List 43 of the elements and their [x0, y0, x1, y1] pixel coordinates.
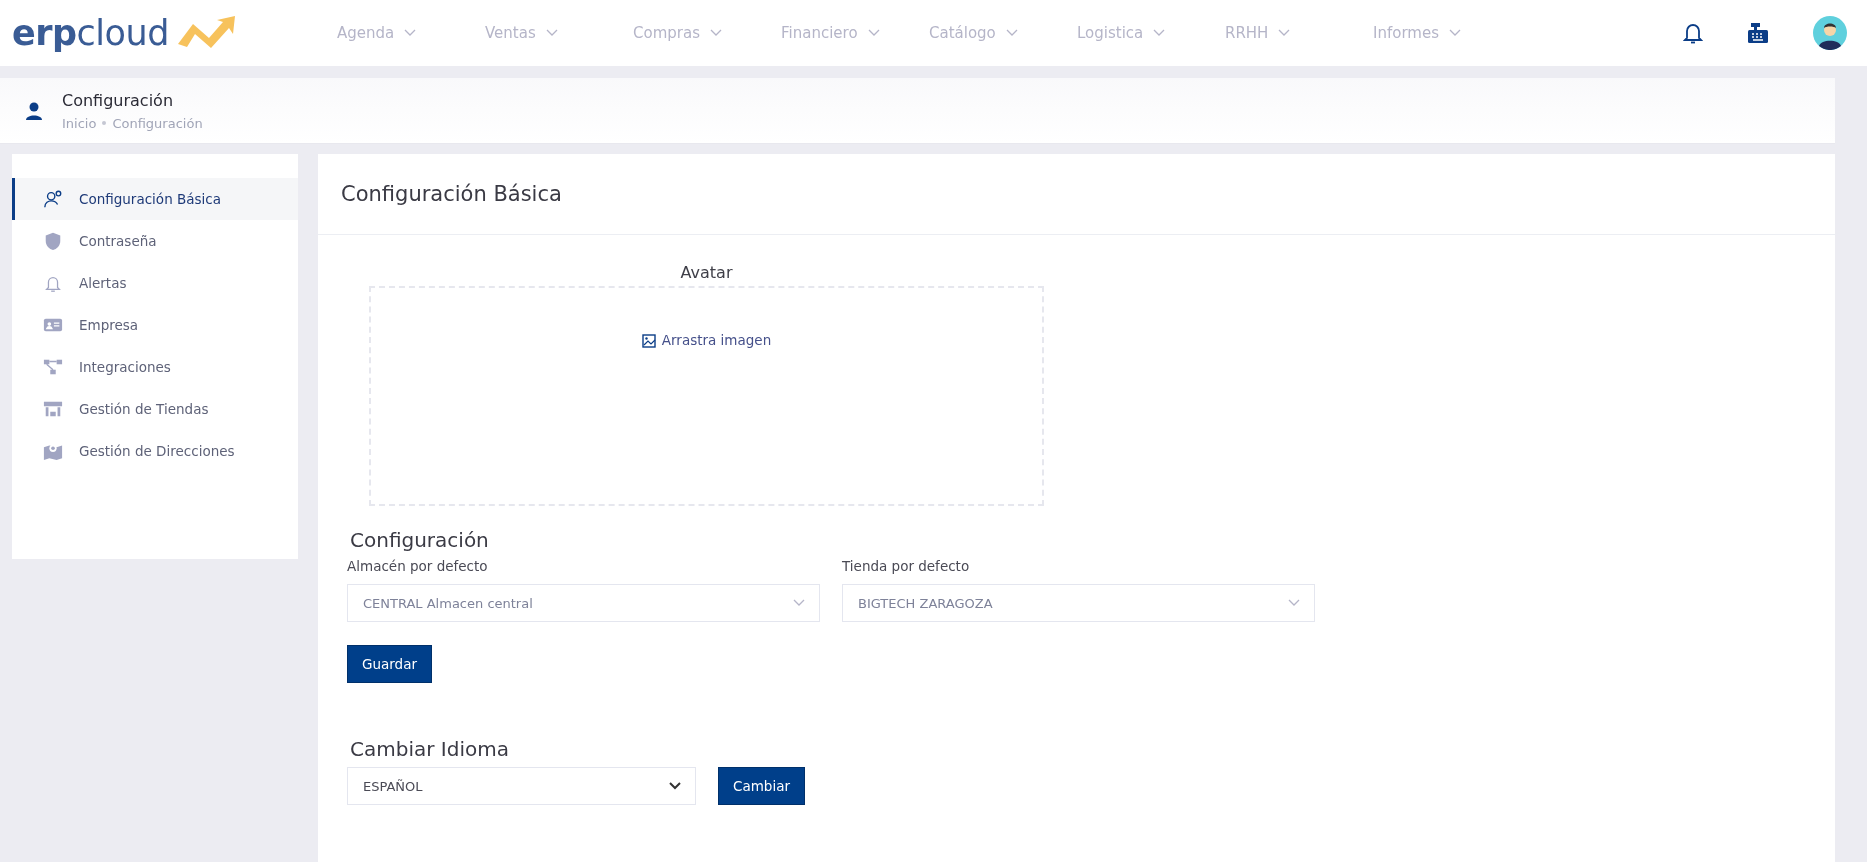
user-gear-icon	[43, 189, 63, 209]
page-title: Configuración	[62, 90, 175, 110]
sidebar-item[interactable]: Empresa	[12, 304, 298, 346]
image-dropzone[interactable]: Arrastra imagen	[369, 286, 1044, 506]
network-icon	[43, 357, 63, 377]
card-title: Configuración Básica	[341, 182, 562, 206]
store-icon	[43, 399, 63, 419]
chevron-down-icon	[1448, 29, 1461, 37]
user-icon	[26, 101, 42, 120]
select-field[interactable]: CENTRAL Almacen central	[347, 584, 820, 622]
section-heading: Cambiar Idioma	[350, 737, 509, 761]
section-heading: Configuración	[350, 528, 489, 552]
field-label: Almacén por defecto	[347, 558, 488, 574]
cash-register-icon[interactable]	[1747, 22, 1769, 44]
sidebar-item[interactable]: Configuración Básica	[12, 178, 298, 220]
image-icon	[641, 334, 656, 348]
chevron-down-icon	[793, 599, 805, 607]
select-field[interactable]: BIGTECH ZARAGOZA	[842, 584, 1315, 622]
change-button[interactable]: Cambiar	[718, 767, 805, 805]
chevron-down-icon	[669, 782, 681, 790]
breadcrumb-item: Configuración	[112, 115, 203, 131]
save-button[interactable]: Guardar	[347, 645, 432, 683]
sidebar-item[interactable]: Gestión de Tiendas	[12, 388, 298, 430]
sidebar-item[interactable]: Gestión de Direcciones	[12, 430, 298, 472]
chevron-down-icon	[1153, 29, 1166, 37]
avatar-icon[interactable]	[1813, 16, 1847, 50]
sidebar-item[interactable]: Integraciones	[12, 346, 298, 388]
chevron-down-icon	[404, 29, 417, 37]
field-label: Tienda por defecto	[842, 558, 970, 574]
chevron-down-icon	[1278, 29, 1291, 37]
sidebar-item[interactable]: Alertas	[12, 262, 298, 304]
chevron-down-icon	[545, 29, 558, 37]
chevron-down-icon	[1288, 599, 1300, 607]
chevron-down-icon	[867, 29, 880, 37]
logo-text: erpcloud	[12, 13, 169, 53]
dropzone-text: Arrastra imagen	[661, 332, 772, 348]
shield-icon	[43, 231, 63, 251]
language-select[interactable]: ESPAÑOL	[347, 767, 696, 805]
chevron-down-icon	[1005, 29, 1018, 37]
sidebar-item[interactable]: Contraseña	[12, 220, 298, 262]
chevron-down-icon	[709, 29, 722, 37]
avatar-label: Avatar	[680, 263, 733, 282]
bell-icon[interactable]	[1683, 22, 1703, 44]
